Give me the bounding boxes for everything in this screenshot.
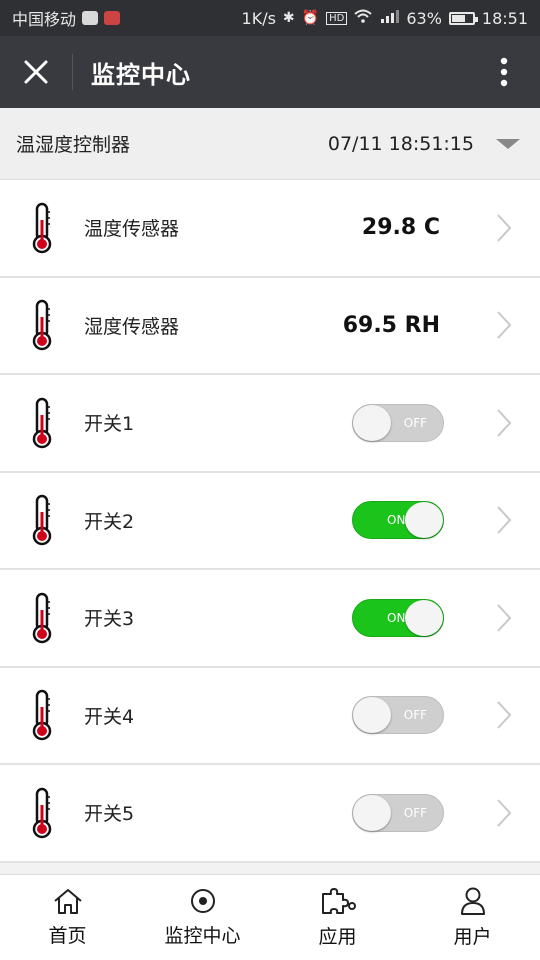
thermometer-icon bbox=[32, 592, 52, 643]
network-speed: 1K/s bbox=[241, 8, 276, 28]
nav-item-monitor[interactable]: 监控中心 bbox=[135, 875, 270, 960]
nav-item-user[interactable]: 用户 bbox=[405, 875, 540, 960]
thermometer-icon bbox=[32, 202, 52, 253]
thermometer-icon bbox=[32, 690, 52, 741]
row-label: 温度传感器 bbox=[84, 218, 180, 241]
wifi-icon bbox=[354, 9, 372, 27]
nav-label: 用户 bbox=[453, 926, 492, 948]
alarm-icon: ⏰ bbox=[301, 10, 320, 26]
controller-selector[interactable]: 温湿度控制器 07/11 18:51:15 bbox=[0, 108, 540, 180]
home-icon bbox=[53, 889, 82, 914]
chevron-right-icon bbox=[497, 799, 512, 827]
chevron-right-icon bbox=[497, 701, 512, 729]
toggle-knob bbox=[353, 794, 391, 831]
chevron-right-icon bbox=[497, 604, 512, 632]
app-notification-icon bbox=[82, 11, 99, 25]
switch-toggle[interactable]: ON bbox=[352, 501, 444, 540]
list-item-temperature-sensor[interactable]: 温度传感器 29.8 C bbox=[0, 180, 540, 278]
list-item-humidity-sensor[interactable]: 湿度传感器 69.5 RH bbox=[0, 277, 540, 375]
row-label: 湿度传感器 bbox=[84, 315, 180, 338]
row-label: 开关3 bbox=[84, 608, 135, 631]
thermometer-icon bbox=[32, 495, 52, 546]
nav-label: 应用 bbox=[318, 926, 357, 948]
nav-item-apps[interactable]: 应用 bbox=[270, 875, 405, 960]
bluetooth-icon: ✱ bbox=[282, 10, 295, 26]
list-item-switch-2[interactable]: 开关2 ON bbox=[0, 472, 540, 570]
battery-percent: 63% bbox=[406, 8, 442, 28]
row-label: 开关5 bbox=[84, 803, 135, 826]
nav-label: 首页 bbox=[48, 925, 87, 947]
list-item-switch-1[interactable]: 开关1 OFF bbox=[0, 375, 540, 473]
app-notification-icon-2 bbox=[104, 11, 121, 25]
sensor-value: 69.5 RH bbox=[342, 312, 440, 338]
nav-label: 监控中心 bbox=[164, 925, 241, 947]
toggle-state-label: OFF bbox=[403, 805, 427, 820]
sensor-value: 29.8 C bbox=[361, 215, 440, 241]
nav-item-home[interactable]: 首页 bbox=[0, 875, 135, 960]
thermometer-icon bbox=[32, 300, 52, 351]
list-item-switch-4[interactable]: 开关4 OFF bbox=[0, 667, 540, 765]
thermometer-icon bbox=[32, 397, 52, 448]
controller-name: 温湿度控制器 bbox=[16, 134, 131, 156]
carrier-label: 中国移动 bbox=[12, 10, 77, 29]
row-label: 开关1 bbox=[84, 413, 135, 436]
switch-toggle[interactable]: OFF bbox=[352, 403, 444, 442]
toggle-knob bbox=[405, 502, 443, 539]
toggle-knob bbox=[405, 599, 443, 636]
chevron-right-icon bbox=[497, 311, 512, 339]
sensor-list: 温度传感器 29.8 C 湿度传感器 69.5 RH 开关1 OFF 开关2 O… bbox=[0, 180, 540, 863]
page-title: 监控中心 bbox=[91, 60, 191, 89]
more-options-button[interactable] bbox=[468, 36, 540, 108]
list-item-switch-5[interactable]: 开关5 OFF bbox=[0, 765, 540, 863]
list-item-switch-3[interactable]: 开关3 ON bbox=[0, 570, 540, 668]
chevron-right-icon bbox=[497, 506, 512, 534]
toggle-state-label: OFF bbox=[403, 708, 427, 723]
switch-toggle[interactable]: ON bbox=[352, 598, 444, 637]
monitor-target-icon bbox=[190, 889, 215, 913]
close-icon bbox=[24, 60, 48, 84]
puzzle-icon bbox=[321, 888, 356, 914]
toggle-state-label: ON bbox=[387, 610, 406, 625]
close-button[interactable] bbox=[0, 36, 72, 108]
user-icon bbox=[460, 887, 485, 915]
more-vertical-icon bbox=[500, 57, 508, 87]
status-bar: 中国移动 1K/s ✱ ⏰ HD 63% 18:51 bbox=[0, 0, 540, 36]
battery-icon bbox=[448, 11, 478, 25]
bottom-nav: 首页 监控中心 应用 用户 bbox=[0, 874, 540, 960]
row-label: 开关2 bbox=[84, 510, 135, 533]
thermometer-icon bbox=[32, 787, 52, 838]
switch-toggle[interactable]: OFF bbox=[352, 696, 444, 735]
signal-4g-icon bbox=[379, 9, 400, 27]
toggle-state-label: OFF bbox=[403, 415, 427, 430]
clock: 18:51 bbox=[481, 8, 528, 28]
title-bar: 监控中心 bbox=[0, 36, 540, 108]
toggle-knob bbox=[353, 404, 391, 441]
chevron-right-icon bbox=[497, 214, 512, 242]
controller-datetime: 07/11 18:51:15 bbox=[327, 132, 474, 155]
title-divider bbox=[72, 54, 73, 90]
toggle-knob bbox=[353, 697, 391, 734]
toggle-state-label: ON bbox=[387, 513, 406, 528]
row-label: 开关4 bbox=[84, 705, 135, 728]
hd-icon: HD bbox=[326, 11, 348, 25]
caret-down-icon[interactable] bbox=[496, 138, 520, 149]
switch-toggle[interactable]: OFF bbox=[352, 793, 444, 832]
chevron-right-icon bbox=[497, 409, 512, 437]
